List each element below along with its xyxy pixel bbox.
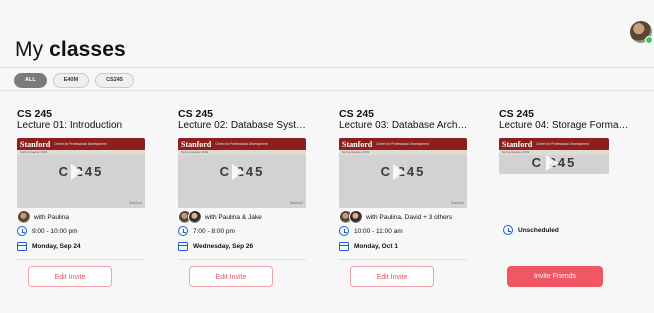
attendees-text: with Paulina — [34, 213, 70, 221]
attendee-avatars — [339, 210, 363, 224]
date-row: Monday, Oct 1 — [339, 242, 398, 251]
course-code: CS 245 — [17, 108, 53, 120]
attendees-row: with Paulina — [17, 210, 69, 224]
stanford-logo: Stanford — [181, 139, 212, 149]
thumbnail-strip: Spring Quarter 2019 — [339, 150, 467, 155]
invite-friends-button[interactable]: Invite Friends — [507, 266, 603, 287]
course-code: CS 245 — [499, 108, 535, 120]
lecture-title[interactable]: Lecture 01: Introduction — [17, 120, 147, 132]
card-divider — [178, 259, 306, 260]
calendar-icon — [339, 242, 349, 251]
filter-divider — [0, 90, 654, 91]
lecture-title[interactable]: Lecture 02: Database System... — [178, 120, 308, 132]
user-avatar[interactable] — [630, 21, 653, 44]
lecture-title[interactable]: Lecture 04: Storage Formats ... — [499, 120, 629, 132]
clock-icon — [17, 226, 27, 236]
lecture-thumbnail[interactable]: Stanford Center for Professional Developm… — [499, 138, 609, 174]
filter-chip-e40m[interactable]: E40M — [52, 73, 90, 88]
attendees-row: with Paulina, David + 3 others — [339, 210, 452, 224]
page-title-light: My — [15, 38, 44, 61]
stanford-logo: Stanford — [342, 139, 373, 149]
lecture-thumbnail[interactable]: Stanford Center for Professional Developm… — [178, 138, 306, 208]
stanford-logo: Stanford — [20, 139, 51, 149]
thumbnail-banner: Stanford Center for Professional Developm… — [499, 138, 609, 150]
class-card: CS 245 Lecture 01: Introduction Stanford… — [17, 108, 167, 298]
header-divider — [0, 67, 654, 68]
time-row: 9:00 - 10:00 pm — [17, 226, 78, 236]
calendar-icon — [178, 242, 188, 251]
thumbnail-corner-text: Stanford — [289, 201, 303, 205]
play-icon[interactable] — [546, 155, 558, 171]
thumbnail-strip: Spring Quarter 2019 — [17, 150, 145, 155]
class-card: CS 245 Lecture 03: Database Archite... S… — [339, 108, 489, 298]
thumbnail-sublogo: Center for Professional Development — [376, 142, 429, 146]
stanford-logo: Stanford — [502, 139, 533, 149]
filter-chip-cs245[interactable]: CS245 — [95, 73, 134, 88]
time-row: 10:00 - 11:00 am — [339, 226, 403, 236]
page-title: My classes — [15, 38, 126, 62]
play-icon[interactable] — [71, 164, 83, 180]
time-text: 10:00 - 11:00 am — [354, 227, 403, 235]
date-row: Wednesday, Sep 26 — [178, 242, 253, 251]
card-divider — [17, 259, 145, 260]
date-text: Monday, Sep 24 — [32, 243, 81, 250]
attendee-avatar — [188, 210, 202, 224]
attendee-avatar — [349, 210, 363, 224]
edit-invite-button[interactable]: Edit Invite — [28, 266, 112, 287]
lecture-title[interactable]: Lecture 03: Database Archite... — [339, 120, 469, 132]
thumbnail-corner-text: Stanford — [450, 201, 464, 205]
date-text: Monday, Oct 1 — [354, 243, 398, 250]
thumbnail-corner-text: Stanford — [128, 201, 142, 205]
thumbnail-sublogo: Center for Professional Development — [54, 142, 107, 146]
play-icon[interactable] — [232, 164, 244, 180]
course-code: CS 245 — [339, 108, 375, 120]
time-text: 9:00 - 10:00 pm — [32, 227, 78, 235]
thumbnail-sublogo: Center for Professional Development — [536, 142, 589, 146]
time-row: 7:00 - 8:00 pm — [178, 226, 235, 236]
clock-icon — [503, 225, 513, 235]
course-code: CS 245 — [178, 108, 214, 120]
clock-icon — [178, 226, 188, 236]
date-row: Monday, Sep 24 — [17, 242, 81, 251]
thumbnail-banner: Stanford Center for Professional Developm… — [339, 138, 467, 150]
schedule-row: Unscheduled — [503, 225, 559, 235]
thumbnail-banner: Stanford Center for Professional Developm… — [17, 138, 145, 150]
filter-chips: ALL E40M CS245 — [14, 73, 134, 88]
page-title-bold: classes — [49, 38, 126, 61]
lecture-thumbnail[interactable]: Stanford Center for Professional Developm… — [339, 138, 467, 208]
thumbnail-strip: Spring Quarter 2019 — [178, 150, 306, 155]
play-icon[interactable] — [393, 164, 405, 180]
attendees-row: with Paulina & Jake — [178, 210, 262, 224]
edit-invite-button[interactable]: Edit Invite — [189, 266, 273, 287]
attendees-text: with Paulina, David + 3 others — [366, 213, 453, 221]
clock-icon — [339, 226, 349, 236]
filter-chip-all[interactable]: ALL — [14, 73, 47, 88]
attendee-avatars — [178, 210, 202, 224]
attendee-avatars — [17, 210, 31, 224]
thumbnail-sublogo: Center for Professional Development — [215, 142, 268, 146]
card-divider — [339, 259, 467, 260]
time-text: 7:00 - 8:00 pm — [193, 227, 235, 235]
date-text: Wednesday, Sep 26 — [193, 243, 254, 250]
lecture-thumbnail[interactable]: Stanford Center for Professional Developm… — [17, 138, 145, 208]
class-card: CS 245 Lecture 02: Database System... St… — [178, 108, 328, 298]
edit-invite-button[interactable]: Edit Invite — [350, 266, 434, 287]
online-status-dot — [645, 36, 653, 44]
schedule-text: Unscheduled — [518, 226, 559, 234]
calendar-icon — [17, 242, 27, 251]
class-card: CS 245 Lecture 04: Storage Formats ... S… — [499, 108, 649, 298]
attendees-text: with Paulina & Jake — [205, 213, 262, 221]
attendee-avatar — [17, 210, 31, 224]
thumbnail-banner: Stanford Center for Professional Developm… — [178, 138, 306, 150]
